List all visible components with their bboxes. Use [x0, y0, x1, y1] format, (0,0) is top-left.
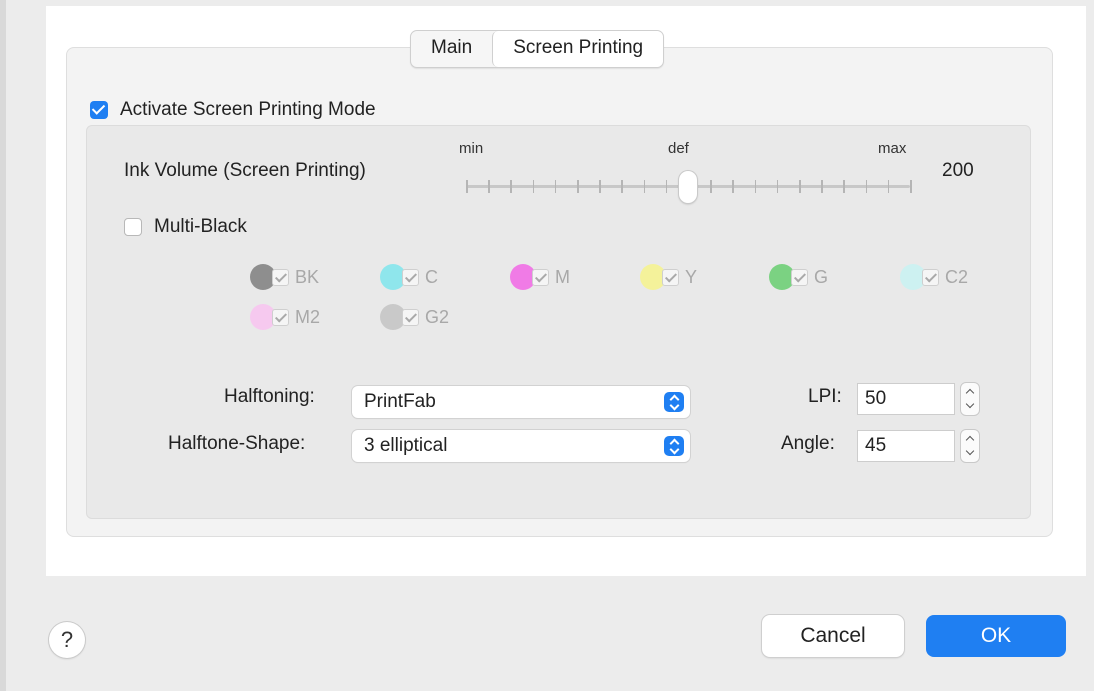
ink-checkbox-c2[interactable]	[922, 268, 939, 286]
ink-item-y: Y	[640, 262, 697, 292]
halftoning-select[interactable]: PrintFab	[352, 386, 690, 418]
ink-checkbox-y[interactable]	[662, 268, 679, 286]
tab-main[interactable]: Main	[411, 31, 492, 67]
ink-label-g: G	[814, 266, 829, 287]
slider-tick	[554, 180, 557, 193]
halftone-shape-label: Halftone-Shape:	[168, 433, 306, 454]
ink-item-c2: C2	[900, 262, 968, 292]
slider-tick	[621, 180, 623, 193]
ink-label-m2: M2	[295, 306, 321, 327]
slider-tick	[910, 180, 912, 193]
ink-label-c: C	[425, 266, 438, 287]
slider-tick	[466, 180, 468, 193]
ink-item-g: G	[769, 262, 828, 292]
slider-tick	[665, 180, 668, 193]
ink-volume-slider-thumb[interactable]	[679, 171, 697, 203]
halftoning-label: Halftoning:	[224, 386, 315, 407]
ink-checkbox-g[interactable]	[791, 268, 808, 286]
slider-tick	[754, 180, 757, 193]
cancel-button[interactable]: Cancel	[762, 615, 904, 657]
ink-checkbox-m2[interactable]	[272, 308, 289, 326]
multi-black-label: Multi-Black	[154, 216, 247, 237]
slider-tick	[887, 180, 890, 193]
halftone-shape-select[interactable]: 3 elliptical	[352, 430, 690, 462]
ink-checkbox-c[interactable]	[402, 268, 419, 286]
slider-tick	[865, 180, 868, 193]
lpi-input[interactable]: 50	[857, 383, 955, 415]
ink-label-m: M	[555, 266, 570, 287]
ok-button[interactable]: OK	[926, 615, 1066, 657]
ink-item-bk: BK	[250, 262, 319, 292]
help-button[interactable]: ?	[49, 622, 85, 658]
ink-item-c: C	[380, 262, 438, 292]
lpi-stepper[interactable]	[960, 382, 980, 416]
slider-max-label: max	[878, 140, 907, 157]
tab-bar: Main Screen Printing	[410, 30, 665, 68]
slider-tick	[599, 180, 601, 193]
ink-item-m2: M2	[250, 302, 320, 332]
activate-screen-printing-label: Activate Screen Printing Mode	[120, 99, 376, 120]
ink-item-m: M	[510, 262, 570, 292]
slider-tick	[776, 180, 779, 193]
ink-checkbox-bk[interactable]	[272, 268, 289, 286]
slider-tick	[732, 180, 734, 193]
tab-screen-printing[interactable]: Screen Printing	[492, 31, 664, 67]
slider-tick	[510, 180, 512, 193]
slider-tick	[488, 180, 490, 193]
halftoning-value: PrintFab	[364, 391, 436, 412]
halftone-shape-value: 3 elliptical	[364, 435, 448, 456]
chevron-updown-icon	[664, 436, 684, 456]
ink-label-g2: G2	[425, 306, 450, 327]
angle-input[interactable]: 45	[857, 430, 955, 462]
window-edge	[0, 0, 6, 691]
slider-tick	[577, 180, 579, 193]
slider-tick	[643, 180, 646, 193]
ink-volume-value: 200	[942, 160, 974, 181]
slider-tick	[799, 180, 801, 193]
ink-item-g2: G2	[380, 302, 449, 332]
ink-checkbox-m[interactable]	[532, 268, 549, 286]
slider-min-label: min	[459, 140, 484, 157]
slider-def-label: def	[668, 140, 689, 157]
ink-label-y: Y	[685, 266, 698, 287]
lpi-label: LPI:	[808, 386, 842, 407]
ink-label-c2: C2	[945, 266, 969, 287]
ink-label-bk: BK	[295, 266, 320, 287]
slider-tick	[710, 180, 712, 193]
activate-screen-printing-checkbox[interactable]	[90, 101, 108, 119]
slider-tick	[843, 180, 845, 193]
chevron-updown-icon	[664, 392, 684, 412]
slider-tick	[821, 180, 823, 193]
angle-label: Angle:	[781, 433, 835, 454]
ink-volume-label: Ink Volume (Screen Printing)	[124, 160, 366, 181]
ink-checkbox-g2[interactable]	[402, 308, 419, 326]
slider-tick	[532, 180, 535, 193]
multi-black-checkbox[interactable]	[124, 218, 142, 236]
angle-stepper[interactable]	[960, 429, 980, 463]
